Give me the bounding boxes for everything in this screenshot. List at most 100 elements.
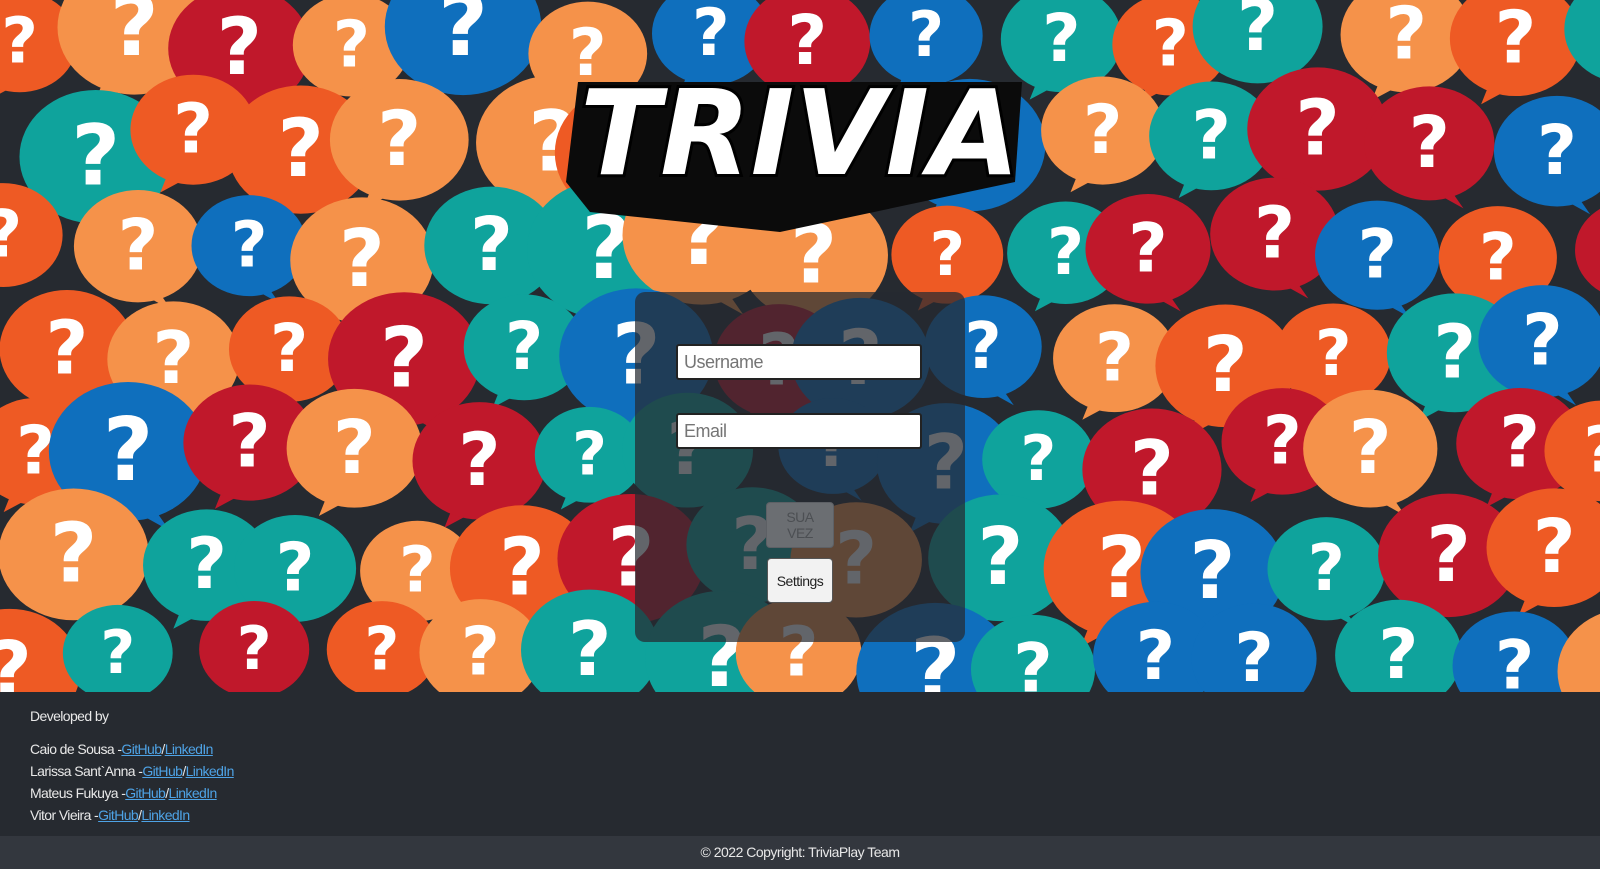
- email-input[interactable]: [676, 413, 922, 449]
- github-link[interactable]: GitHub: [142, 763, 183, 779]
- svg-text:?: ?: [1128, 209, 1167, 288]
- svg-text:?: ?: [228, 400, 270, 485]
- linkedin-link[interactable]: LinkedIn: [186, 763, 235, 779]
- svg-text:?: ?: [1192, 96, 1231, 175]
- linkedin-link[interactable]: LinkedIn: [141, 807, 190, 823]
- svg-text:?: ?: [1358, 216, 1397, 295]
- svg-text:?: ?: [572, 420, 607, 490]
- svg-text:?: ?: [103, 399, 153, 501]
- svg-text:?: ?: [568, 605, 612, 692]
- svg-text:?: ?: [1097, 519, 1146, 618]
- developer-row: Mateus Fukuya -GitHub/LinkedIn: [30, 782, 234, 804]
- svg-text:?: ?: [1130, 424, 1174, 513]
- svg-text:?: ?: [1263, 401, 1302, 479]
- svg-text:?: ?: [1237, 0, 1278, 67]
- username-input[interactable]: [676, 344, 922, 380]
- settings-button[interactable]: Settings: [767, 558, 833, 603]
- svg-text:?: ?: [1584, 414, 1600, 487]
- svg-text:?: ?: [1047, 216, 1084, 290]
- github-link[interactable]: GitHub: [125, 785, 166, 801]
- svg-text:?: ?: [399, 534, 436, 607]
- svg-text:?: ?: [1042, 0, 1080, 77]
- question-bubble-icon: ?: [1564, 0, 1600, 78]
- developer-row: Vitor Vieira -GitHub/LinkedIn: [30, 804, 234, 826]
- svg-text:?: ?: [1315, 317, 1352, 390]
- svg-text:?: ?: [1190, 525, 1236, 617]
- svg-text:?: ?: [173, 89, 213, 169]
- svg-text:?: ?: [438, 0, 488, 76]
- question-bubble-icon: ?: [1315, 200, 1440, 318]
- svg-text:?: ?: [978, 511, 1024, 603]
- question-bubble-icon: ?: [1449, 0, 1582, 105]
- svg-text:?: ?: [1537, 111, 1577, 191]
- credits-title: Developed by: [30, 708, 109, 724]
- svg-text:?: ?: [1136, 617, 1175, 692]
- linkedin-link[interactable]: LinkedIn: [165, 741, 214, 757]
- svg-text:?: ?: [908, 0, 944, 71]
- question-bubble-icon: ?: [1364, 86, 1495, 209]
- svg-text:?: ?: [1013, 630, 1052, 692]
- svg-text:?: ?: [231, 209, 268, 282]
- copyright-text: © 2022 Copyright: TriviaPlay Team: [700, 844, 901, 860]
- svg-text:?: ?: [1203, 321, 1248, 410]
- svg-text:?: ?: [1, 5, 38, 78]
- svg-text:?: ?: [1495, 626, 1534, 692]
- question-bubble-icon: ?: [1041, 76, 1165, 193]
- question-bubble-icon: ?: [1493, 95, 1600, 215]
- svg-text:?: ?: [333, 405, 376, 491]
- question-bubble-icon: ?: [191, 195, 307, 304]
- svg-text:?: ?: [692, 0, 730, 71]
- play-button[interactable]: SUA VEZ: [766, 502, 834, 548]
- svg-text:?: ?: [1522, 299, 1563, 381]
- svg-text:?: ?: [278, 102, 324, 195]
- svg-text:?: ?: [270, 310, 308, 387]
- linkedin-link[interactable]: LinkedIn: [169, 785, 218, 801]
- login-panel: SUA VEZ Settings: [635, 292, 965, 642]
- question-bubble-icon: ?: [1575, 208, 1600, 292]
- developer-name: Vitor Vieira -: [30, 807, 99, 823]
- question-bubble-icon: ?: [73, 190, 203, 311]
- svg-text:?: ?: [1385, 0, 1427, 76]
- svg-text:?: ?: [110, 0, 159, 75]
- svg-text:?: ?: [470, 202, 513, 288]
- question-bubble-icon: ?: [1486, 488, 1600, 616]
- svg-text:?: ?: [458, 418, 500, 503]
- svg-text:?: ?: [1426, 511, 1471, 600]
- svg-text:?: ?: [1499, 402, 1540, 484]
- svg-text:?: ?: [1295, 84, 1340, 173]
- svg-text:?: ?: [1020, 422, 1056, 495]
- svg-text:?: ?: [1409, 101, 1450, 184]
- copyright-footer: © 2022 Copyright: TriviaPlay Team: [0, 836, 1600, 869]
- svg-text:?: ?: [339, 213, 385, 305]
- svg-text:?: ?: [1308, 532, 1345, 606]
- github-link[interactable]: GitHub: [121, 741, 162, 757]
- svg-text:?: ?: [1254, 191, 1295, 274]
- svg-text:?: ?: [380, 309, 428, 406]
- question-bubble-icon: ?: [286, 388, 423, 517]
- svg-text:?: ?: [505, 308, 543, 385]
- svg-text:?: ?: [237, 614, 272, 684]
- github-link[interactable]: GitHub: [98, 807, 139, 823]
- credits-section: Developed by Caio de Sousa -GitHub/Linke…: [30, 708, 234, 826]
- svg-text:?: ?: [118, 204, 159, 286]
- svg-text:?: ?: [276, 529, 315, 607]
- svg-text:?: ?: [186, 523, 227, 605]
- svg-text:?: ?: [461, 613, 500, 691]
- svg-text:?: ?: [499, 521, 545, 613]
- svg-text:?: ?: [0, 626, 32, 692]
- svg-text:?: ?: [100, 618, 135, 688]
- developer-name: Caio de Sousa -: [30, 741, 122, 757]
- svg-text:?: ?: [50, 507, 98, 602]
- question-bubble-icon: ?: [1557, 613, 1600, 692]
- svg-text:?: ?: [217, 3, 262, 93]
- developer-row: Caio de Sousa -GitHub/LinkedIn: [30, 738, 234, 760]
- svg-text:?: ?: [1349, 405, 1392, 491]
- svg-text:?: ?: [333, 8, 370, 82]
- svg-text:?: ?: [0, 198, 22, 273]
- svg-text:?: ?: [377, 94, 421, 183]
- svg-text:?: ?: [1378, 615, 1418, 692]
- question-bubble-icon: ?: [1452, 611, 1577, 692]
- svg-text:?: ?: [1479, 220, 1517, 295]
- svg-text:?: ?: [46, 305, 89, 391]
- svg-text:?: ?: [365, 614, 400, 684]
